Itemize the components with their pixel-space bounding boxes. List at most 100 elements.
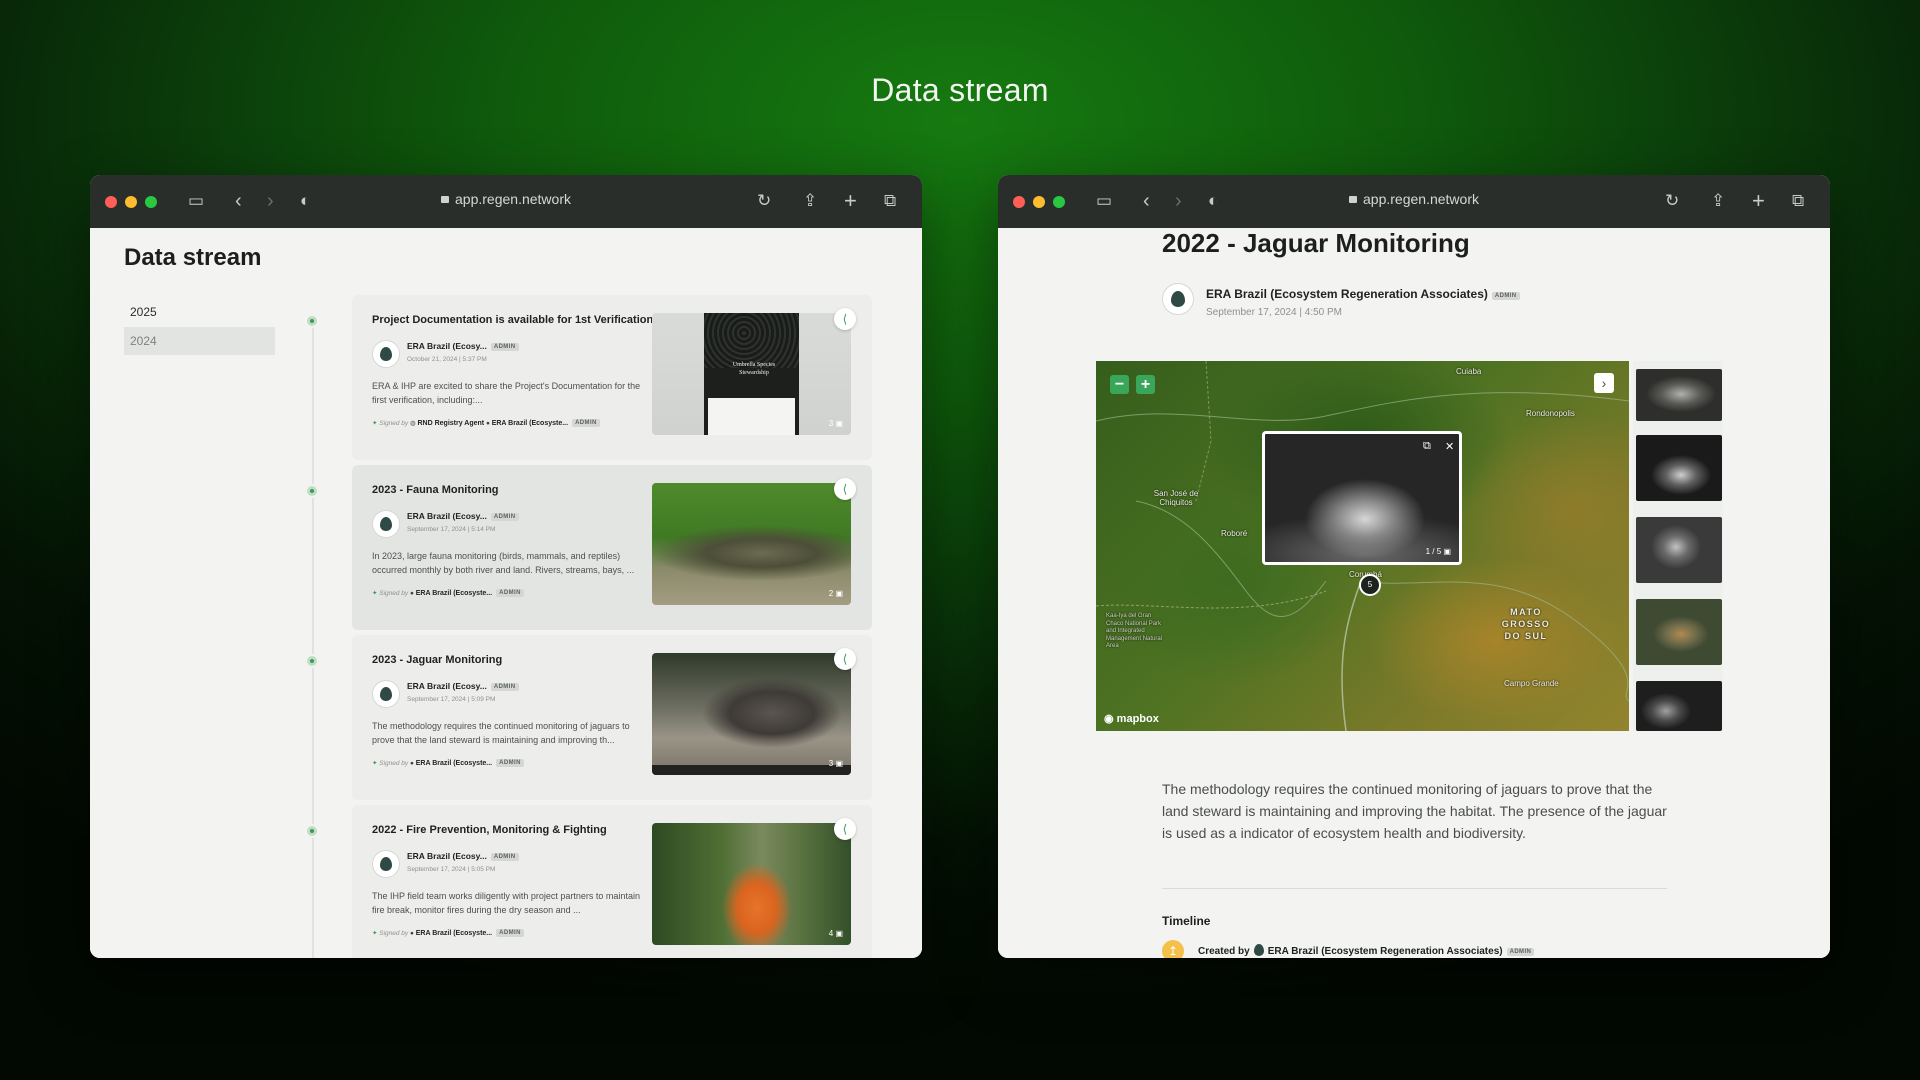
thumbnail[interactable] [1636,369,1722,421]
post-description: The methodology requires the continued m… [1162,781,1667,841]
map-label: Cuiaba [1456,367,1482,376]
timeline-node [305,484,319,498]
signer[interactable]: ERA Brazil (Ecosyste... [416,930,492,937]
post-author: ERA Brazil (Ecosy... ADMIN [407,681,519,691]
browser-window-right: ▭ ‹ › ◐ app.regen.network ↻ ⇪ + ⧉ 2022 -… [998,175,1830,958]
share-icon[interactable]: ⇪ [1711,191,1725,211]
thumbnail[interactable] [1636,517,1722,583]
reload-icon[interactable]: ↻ [1665,191,1679,211]
timeline-creator[interactable]: ERA Brazil (Ecosystem Regeneration Assoc… [1268,946,1503,957]
map-pin[interactable]: 5 [1359,574,1381,596]
page-content: Data stream 2025 2024 Project Documentat… [90,228,922,958]
signer[interactable]: ERA Brazil (Ecosyste... [416,760,492,767]
signer[interactable]: ERA Brazil (Ecosyste... [416,590,492,597]
post-description: The methodology requires the continued m… [372,721,630,745]
post-image[interactable]: 3 ▣ [652,653,851,775]
post-author: ERA Brazil (Ecosy... ADMIN [407,511,519,521]
signer[interactable]: ERA Brazil (Ecosyste... [492,420,568,427]
admin-badge: ADMIN [490,853,519,861]
signed-by: ✦ Signed by ◍ RND Registry Agent ● ERA B… [372,419,600,427]
map-label: San José de Chiquitos [1153,489,1199,507]
map-label: Kaa-Iya del Gran Chaco National Park and… [1106,613,1163,649]
post-date: September 17, 2024 | 5:09 PM [407,696,496,703]
thumbnail[interactable] [1636,599,1722,665]
lock-icon [441,196,450,203]
admin-badge: ADMIN [1506,948,1535,956]
reload-icon[interactable]: ↻ [757,191,771,211]
zoom-out-icon[interactable]: − [1110,375,1129,394]
image-icon: ▣ [1443,547,1451,556]
admin-badge: ADMIN [496,589,524,597]
page-heading: Data stream [124,244,262,271]
post-title: 2022 - Jaguar Monitoring [1162,228,1470,258]
image-icon: ▣ [835,759,843,768]
post-author: ERA Brazil (Ecosy... ADMIN [407,851,519,861]
media-thumbnails [1633,361,1723,731]
avatar [372,680,400,708]
tabs-icon[interactable]: ⧉ [1792,191,1804,211]
post-description: The IHP field team works diligently with… [372,891,640,915]
post-description: ERA & IHP are excited to share the Proje… [372,381,641,405]
admin-badge: ADMIN [1491,292,1520,300]
image-icon: ▣ [835,929,843,938]
page-title: Data stream [871,72,1049,108]
zoom-in-icon[interactable]: + [1136,375,1155,394]
media-count: 2 ▣ [828,589,843,598]
address-bar[interactable]: app.regen.network [998,191,1830,207]
signer[interactable]: RND Registry Agent [417,420,484,427]
post-date: September 17, 2024 | 5:05 PM [407,866,496,873]
image-icon: ▣ [835,589,843,598]
year-2024[interactable]: 2024 [124,327,275,355]
lock-icon [1349,196,1358,203]
share-icon[interactable]: ⟨ [834,648,856,670]
tabs-icon[interactable]: ⧉ [884,191,896,211]
post-image[interactable]: 2 ▣ [652,483,851,605]
thumbnail[interactable] [1636,681,1722,731]
share-icon[interactable]: ⟨ [834,308,856,330]
year-2025[interactable]: 2025 [124,298,275,326]
timeline-node [305,654,319,668]
avatar [372,510,400,538]
media-count: 1 / 5 ▣ [1425,547,1451,556]
mapbox-logo: ◉ mapbox [1104,713,1159,725]
map[interactable]: Cuiaba Rondonopolis San José de Chiquito… [1096,361,1629,731]
map-popup[interactable]: ⧉ ✕ 1 / 5 ▣ [1262,431,1462,565]
signed-by: ✦ Signed by ● ERA Brazil (Ecosyste... ADM… [372,759,524,767]
post-author: ERA Brazil (Ecosy... ADMIN [407,341,519,351]
post-title: 2023 - Fauna Monitoring [372,484,499,496]
thumbnail[interactable] [1636,435,1722,501]
post-date: October 21, 2024 | 5:37 PM [407,356,487,363]
mapbox-icon: ◉ [1104,713,1114,725]
post-card[interactable]: 2022 - Fire Prevention, Monitoring & Fig… [352,805,872,958]
next-icon[interactable]: › [1594,373,1614,393]
admin-badge: ADMIN [496,929,524,937]
signed-by: ✦ Signed by ● ERA Brazil (Ecosyste... ADM… [372,589,524,597]
address-bar[interactable]: app.regen.network [90,191,922,207]
post-image[interactable]: 4 ▣ [652,823,851,945]
post-date: September 17, 2024 | 4:50 PM [1206,307,1343,318]
admin-badge: ADMIN [490,513,519,521]
new-tab-icon[interactable]: + [844,190,857,212]
post-card[interactable]: Project Documentation is available for 1… [352,295,872,460]
post-image[interactable]: Umbrella Species Stewardship 3 ▣ [652,313,851,435]
admin-badge: ADMIN [496,759,524,767]
map-label: MATO GROSSO DO SUL [1501,607,1551,641]
admin-badge: ADMIN [490,343,519,351]
post-card[interactable]: 2023 - Fauna Monitoring ERA Brazil (Ecos… [352,465,872,630]
timeline-line [312,322,314,958]
avatar [372,850,400,878]
new-tab-icon[interactable]: + [1752,190,1765,212]
image-icon: ▣ [835,419,843,428]
close-icon[interactable]: ✕ [1445,440,1454,453]
url-text: app.regen.network [1363,191,1479,207]
share-icon[interactable]: ⟨ [834,818,856,840]
external-link-icon[interactable]: ⧉ [1423,440,1431,453]
post-author[interactable]: ERA Brazil (Ecosystem Regeneration Assoc… [1206,287,1520,301]
admin-badge: ADMIN [490,683,519,691]
post-card[interactable]: 2023 - Jaguar Monitoring ERA Brazil (Eco… [352,635,872,800]
browser-window-left: ▭ ‹ › ◐ app.regen.network ↻ ⇪ + ⧉ Data s… [90,175,922,958]
share-icon[interactable]: ⇪ [803,191,817,211]
share-icon[interactable]: ⟨ [834,478,856,500]
timeline-node [305,824,319,838]
post-title: 2023 - Jaguar Monitoring [372,654,503,666]
